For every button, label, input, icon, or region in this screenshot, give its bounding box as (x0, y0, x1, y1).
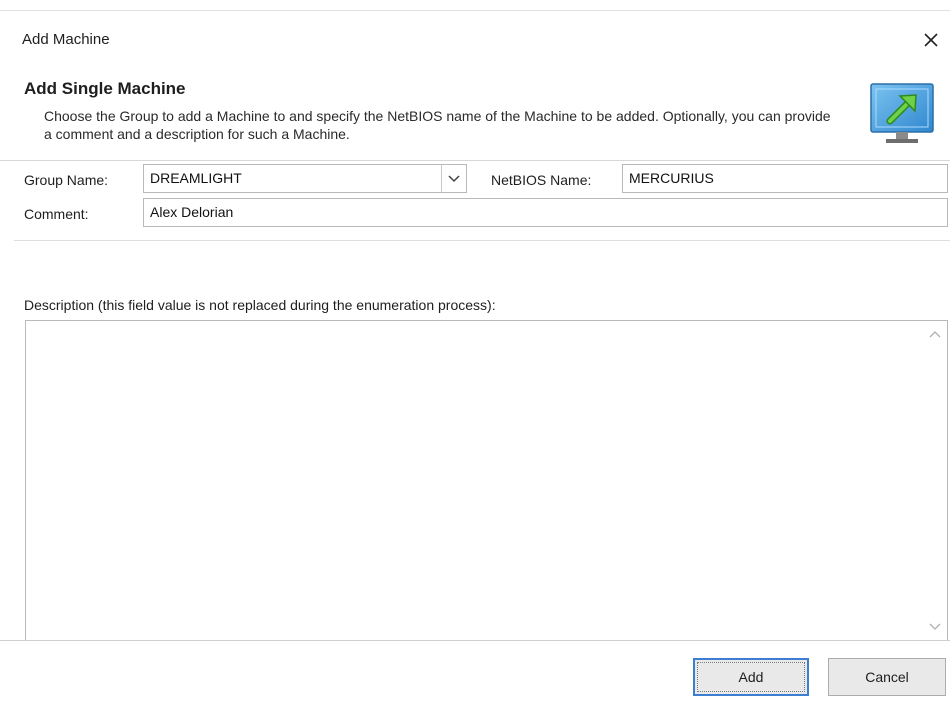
dialog-footer: Add Cancel (0, 640, 950, 710)
scroll-up-icon[interactable] (926, 325, 944, 343)
dialog-header: Add Single Machine Choose the Group to a… (0, 70, 950, 161)
description-label: Description (this field value is not rep… (24, 297, 496, 313)
netbios-name-label: NetBIOS Name: (491, 172, 592, 188)
header-description: Choose the Group to add a Machine to and… (44, 108, 831, 142)
title-bar: Add Machine (0, 11, 950, 69)
group-name-value: DREAMLIGHT (150, 170, 242, 186)
description-textarea[interactable] (25, 320, 948, 641)
form-area: Group Name: DREAMLIGHT NetBIOS Name: MER… (0, 161, 950, 641)
close-icon (924, 33, 938, 47)
monitor-arrow-icon (868, 80, 938, 152)
comment-input[interactable]: Alex Delorian (143, 198, 948, 227)
window-title: Add Machine (22, 31, 110, 48)
netbios-name-input[interactable]: MERCURIUS (622, 164, 948, 193)
close-button[interactable] (918, 27, 944, 53)
cancel-button[interactable]: Cancel (828, 658, 946, 696)
header-title: Add Single Machine (24, 79, 186, 98)
scroll-down-icon[interactable] (926, 618, 944, 636)
form-separator (14, 240, 950, 241)
group-name-label: Group Name: (24, 172, 109, 188)
add-button[interactable]: Add (693, 658, 809, 696)
focus-rect (697, 662, 805, 692)
chevron-down-icon[interactable] (441, 165, 466, 192)
add-machine-dialog: Add Machine Add Single Machine Choose th… (0, 0, 950, 710)
group-name-combo[interactable]: DREAMLIGHT (143, 164, 467, 193)
window-top-edge (0, 0, 950, 11)
comment-label: Comment: (24, 206, 89, 222)
